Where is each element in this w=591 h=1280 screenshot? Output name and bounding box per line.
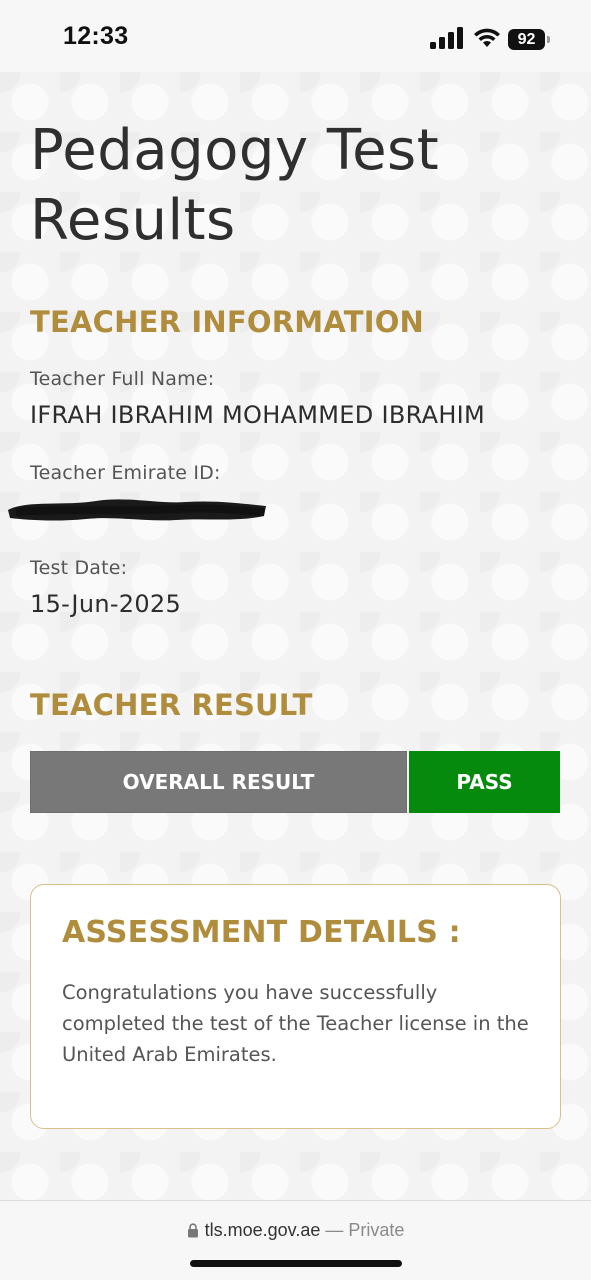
emirate-id-label: Teacher Emirate ID:	[30, 462, 221, 484]
teacher-result-heading: TEACHER RESULT	[30, 688, 313, 722]
full-name-label: Teacher Full Name:	[30, 368, 215, 390]
test-date-value: 15-Jun-2025	[30, 590, 182, 618]
url-domain: tls.moe.gov.ae	[204, 1220, 321, 1240]
overall-result-value: PASS	[409, 751, 560, 813]
page-content: Pedagogy Test Results TEACHER INFORMATIO…	[0, 72, 591, 1200]
cellular-signal-icon	[430, 27, 463, 49]
battery-cap	[547, 36, 550, 43]
assessment-details-card: ASSESSMENT DETAILS : Congratulations you…	[30, 884, 561, 1129]
url-display[interactable]: tls.moe.gov.ae — Private	[0, 1220, 591, 1241]
test-date-label: Test Date:	[30, 557, 128, 579]
browser-address-bar[interactable]: tls.moe.gov.ae — Private	[0, 1200, 591, 1280]
full-name-value: IFRAH IBRAHIM MOHAMMED IBRAHIM	[30, 401, 486, 429]
status-bar: 12:33 92	[0, 0, 591, 72]
page-title: Pedagogy Test Results	[30, 118, 440, 253]
wifi-icon	[474, 28, 500, 47]
home-indicator[interactable]	[190, 1260, 402, 1267]
lock-icon	[187, 1223, 198, 1238]
assessment-details-text: Congratulations you have successfully co…	[62, 981, 529, 1066]
battery-indicator: 92	[508, 29, 545, 50]
teacher-information-heading: TEACHER INFORMATION	[30, 305, 425, 339]
screen: 12:33 92 Pedagogy Test Results TEACHER I…	[0, 0, 591, 1280]
status-time: 12:33	[63, 22, 129, 50]
assessment-details-heading: ASSESSMENT DETAILS :	[62, 915, 461, 950]
overall-result-row: OVERALL RESULT PASS	[30, 751, 560, 813]
overall-result-label: OVERALL RESULT	[30, 751, 407, 813]
redacted-emirate-id	[8, 499, 266, 521]
private-mode-label: — Private	[325, 1220, 405, 1240]
